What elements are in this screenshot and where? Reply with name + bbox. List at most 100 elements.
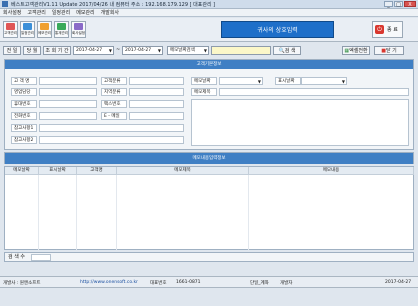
- note1-label: 참고사항1: [11, 124, 37, 132]
- search-field-select[interactable]: 메모날짜검색 ▼: [167, 46, 209, 55]
- chevron-down-icon: ▼: [157, 48, 161, 53]
- grid-column: [117, 175, 249, 250]
- status-date: 2017-04-27: [385, 280, 412, 285]
- chevron-down-icon: ▼: [108, 48, 112, 53]
- chevron-down-icon: ▼: [341, 79, 345, 84]
- window-titlebar: 베스트고객관리V1.11 Update 2017/04/26 내 컴퓨터 주소 …: [0, 0, 418, 9]
- memo-icon: [40, 23, 49, 30]
- menu-company[interactable]: 회사설정: [3, 9, 21, 16]
- date-to-value: 2017-04-27: [125, 48, 152, 53]
- search-button[interactable]: 🔍검 색: [273, 46, 301, 55]
- grid-column: [77, 175, 117, 250]
- menu-developer[interactable]: 개발회사: [101, 9, 119, 16]
- toolbar-label: 일정관리: [21, 31, 34, 35]
- memo-title-field[interactable]: [219, 88, 409, 96]
- user-role: 개발자: [280, 281, 293, 286]
- this-month-button[interactable]: 당 월: [23, 46, 41, 55]
- grid-header-memo-content[interactable]: 메모내용: [249, 167, 414, 175]
- note2-label: 참고사항2: [11, 136, 37, 144]
- memo-date-select[interactable]: ▼: [219, 77, 263, 85]
- mobile-label: 휴대번호: [11, 100, 37, 108]
- phone-field[interactable]: [39, 112, 97, 120]
- close-panel-button[interactable]: ■닫 기: [374, 46, 404, 55]
- fax-label: 팩스번호: [101, 100, 127, 108]
- menu-schedule[interactable]: 일정관리: [52, 9, 70, 16]
- close-label: 닫 기: [385, 48, 397, 54]
- toolbar-memo-button[interactable]: 메모관리: [37, 21, 52, 38]
- power-icon: ⏻: [375, 25, 384, 34]
- email-label: E - 메일: [101, 112, 127, 120]
- sales-rep-label: 영업담당: [11, 88, 37, 96]
- company-brand-banner: 귀사의 상호입력: [221, 21, 334, 38]
- menu-customer[interactable]: 고객관리: [27, 9, 45, 16]
- customer-panel-title: 고객기본정보: [5, 60, 413, 69]
- app-icon: [2, 1, 8, 7]
- region-label: 지역분류: [101, 88, 127, 96]
- display-date-select[interactable]: ▼: [301, 77, 347, 85]
- minimize-button[interactable]: _: [384, 1, 393, 8]
- range-separator: ~: [116, 47, 121, 53]
- grid-header-display-date[interactable]: 표시날짜: [39, 167, 77, 175]
- toolbar-label: 고객관리: [4, 31, 17, 35]
- customer-icon: [6, 23, 15, 30]
- grid-header-memo-date[interactable]: 메모날짜: [5, 167, 39, 175]
- stats-icon: [57, 23, 66, 30]
- toolbar-schedule-button[interactable]: 일정관리: [20, 21, 35, 38]
- menu-memo[interactable]: 메모관리: [76, 9, 94, 16]
- email-field[interactable]: [129, 112, 184, 120]
- today-button[interactable]: 전 일: [3, 46, 21, 55]
- website-link[interactable]: http://www.onensoft.co.kr: [80, 280, 138, 285]
- grid-header-memo-title[interactable]: 메모제목: [117, 167, 249, 175]
- note2-field[interactable]: [39, 136, 184, 144]
- excel-export-button[interactable]: ▦엑셀전환: [342, 46, 370, 55]
- region-field[interactable]: [129, 88, 184, 96]
- exit-button[interactable]: ⏻ 종 료: [372, 21, 403, 38]
- customer-name-label: 고 객 명: [11, 77, 37, 85]
- search-count-value: [31, 254, 51, 261]
- search-input[interactable]: [211, 46, 271, 55]
- status-bar: [0, 289, 418, 306]
- grid-column: [39, 175, 77, 250]
- toolbar-label: 회사설정: [72, 31, 85, 35]
- date-from-picker[interactable]: 2017-04-27 ▼: [73, 46, 114, 55]
- maximize-button[interactable]: □: [394, 1, 403, 8]
- window-title: 베스트고객관리V1.11 Update 2017/04/26 내 컴퓨터 주소 …: [11, 1, 216, 8]
- close-window-button[interactable]: X: [404, 1, 416, 8]
- search-bar: 전 일 당 월 조 회 기 간 2017-04-27 ▼ ~ 2017-04-27…: [0, 43, 418, 57]
- date-from-value: 2017-04-27: [76, 48, 103, 53]
- customer-name-field[interactable]: [39, 77, 97, 85]
- search-field-value: 메모날짜검색: [170, 48, 195, 53]
- memo-grid[interactable]: 메모날짜 표시날짜 고객명 메모제목 메모내용: [4, 166, 414, 250]
- memo-info-header: 메모내용입력정보: [4, 152, 414, 164]
- toolbar-settings-button[interactable]: 회사설정: [71, 21, 86, 38]
- customer-info-panel: 고객기본정보 고 객 명 영업담당 휴대번호 전화번호 참고사항1 참고사항2 …: [4, 59, 414, 150]
- exit-label: 종 료: [387, 27, 398, 33]
- phone-label: 전화번호: [11, 112, 37, 120]
- menu-bar: 회사설정 고객관리 일정관리 메모관리 개발회사: [0, 9, 418, 17]
- memo-content-textarea[interactable]: [191, 99, 409, 146]
- date-to-picker[interactable]: 2017-04-27 ▼: [122, 46, 163, 55]
- settings-icon: [74, 23, 83, 30]
- window-controls: _ □ X: [384, 1, 416, 8]
- memo-panel-title: 메모내용입력정보: [5, 153, 413, 164]
- developer-text: 개발사 : 원앤소프트: [3, 281, 41, 286]
- toolbar-customer-button[interactable]: 고객관리: [3, 21, 18, 38]
- toolbar: 고객관리 일정관리 메모관리 통계관리 회사설정: [0, 18, 418, 42]
- grid-header-customer[interactable]: 고객명: [77, 167, 117, 175]
- customer-category-label: 고객분류: [101, 77, 127, 85]
- mobile-field[interactable]: [39, 100, 97, 108]
- phone-number: 1661-0871: [176, 280, 201, 285]
- memo-date-label: 메모날짜: [191, 77, 217, 85]
- customer-category-field[interactable]: [129, 77, 184, 85]
- period-label: 조 회 기 간: [43, 46, 71, 55]
- toolbar-label: 통계관리: [55, 31, 68, 35]
- search-label: 검 색: [284, 48, 296, 54]
- grid-column: [5, 175, 39, 250]
- sales-rep-field[interactable]: [39, 88, 97, 96]
- fax-field[interactable]: [129, 100, 184, 108]
- toolbar-stats-button[interactable]: 통계관리: [54, 21, 69, 38]
- memo-title-label: 메모제목: [191, 88, 217, 96]
- toolbar-label: 메모관리: [38, 31, 51, 35]
- user-name: 단일_계좌: [250, 281, 269, 286]
- note1-field[interactable]: [39, 124, 184, 132]
